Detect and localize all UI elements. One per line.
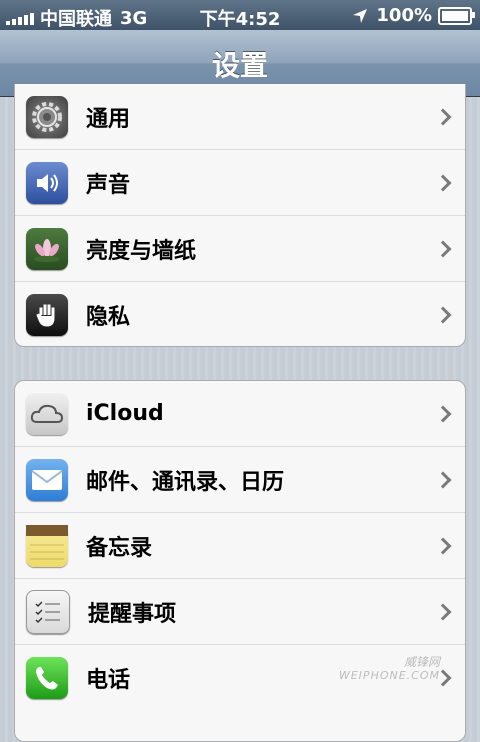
settings-row-mail[interactable]: 邮件、通讯录、日历	[15, 447, 465, 513]
settings-row-icloud[interactable]: iCloud	[15, 381, 465, 447]
watermark: 威锋网 WEIPHONE.COM	[339, 655, 440, 683]
settings-row-label: 通用	[86, 106, 131, 132]
settings-row-sounds[interactable]: 声音	[15, 150, 465, 216]
cloud-icon	[26, 392, 68, 435]
settings-row-wallpaper[interactable]: 亮度与墙纸	[15, 216, 465, 282]
notes-icon	[26, 524, 68, 567]
status-right: 100%	[352, 5, 475, 26]
page-title: 设置	[211, 49, 268, 82]
settings-row-general[interactable]: 通用	[15, 84, 465, 150]
gear-icon	[26, 95, 68, 138]
chevron-right-icon	[434, 603, 452, 620]
settings-row-label: 备忘录	[86, 535, 153, 561]
settings-row-label: iCloud	[86, 401, 164, 426]
settings-row-label: 亮度与墙纸	[86, 238, 197, 264]
chevron-right-icon	[434, 108, 452, 125]
watermark-line-1: 威锋网	[403, 655, 440, 669]
phone-icon	[26, 656, 68, 699]
chevron-right-icon	[434, 537, 452, 554]
watermark-line-2: WEIPHONE.COM	[338, 669, 440, 682]
settings-row-label: 隐私	[86, 304, 131, 330]
chevron-right-icon	[434, 306, 452, 323]
chevron-right-icon	[434, 471, 452, 488]
settings-group-1: 通用 声音 亮度与墙纸 隐私	[14, 84, 466, 347]
battery-icon	[438, 6, 475, 25]
location-arrow-icon	[353, 8, 368, 23]
battery-percent: 100%	[376, 5, 432, 26]
chevron-right-icon	[434, 174, 452, 191]
speaker-icon	[26, 161, 68, 204]
settings-row-label: 电话	[86, 667, 131, 693]
chevron-right-icon	[434, 240, 452, 257]
settings-row-privacy[interactable]: 隐私	[15, 282, 465, 346]
status-bar: 中国联通 3G 下午4:52 100%	[0, 0, 480, 30]
settings-row-reminders[interactable]: 提醒事项	[15, 579, 465, 645]
chevron-right-icon	[434, 405, 452, 422]
battery-fill	[442, 10, 468, 21]
settings-row-label: 邮件、通讯录、日历	[86, 469, 285, 495]
settings-row-notes[interactable]: 备忘录	[15, 513, 465, 579]
settings-row-label: 声音	[86, 172, 131, 198]
reminders-checklist-icon	[26, 589, 70, 634]
hand-privacy-icon	[26, 293, 68, 336]
mail-envelope-icon	[26, 458, 68, 501]
settings-row-label: 提醒事项	[88, 601, 177, 627]
settings-group-2: iCloud 邮件、通讯录、日历 备忘录 提醒事项 电话	[14, 380, 466, 742]
flower-wallpaper-icon	[26, 227, 68, 270]
